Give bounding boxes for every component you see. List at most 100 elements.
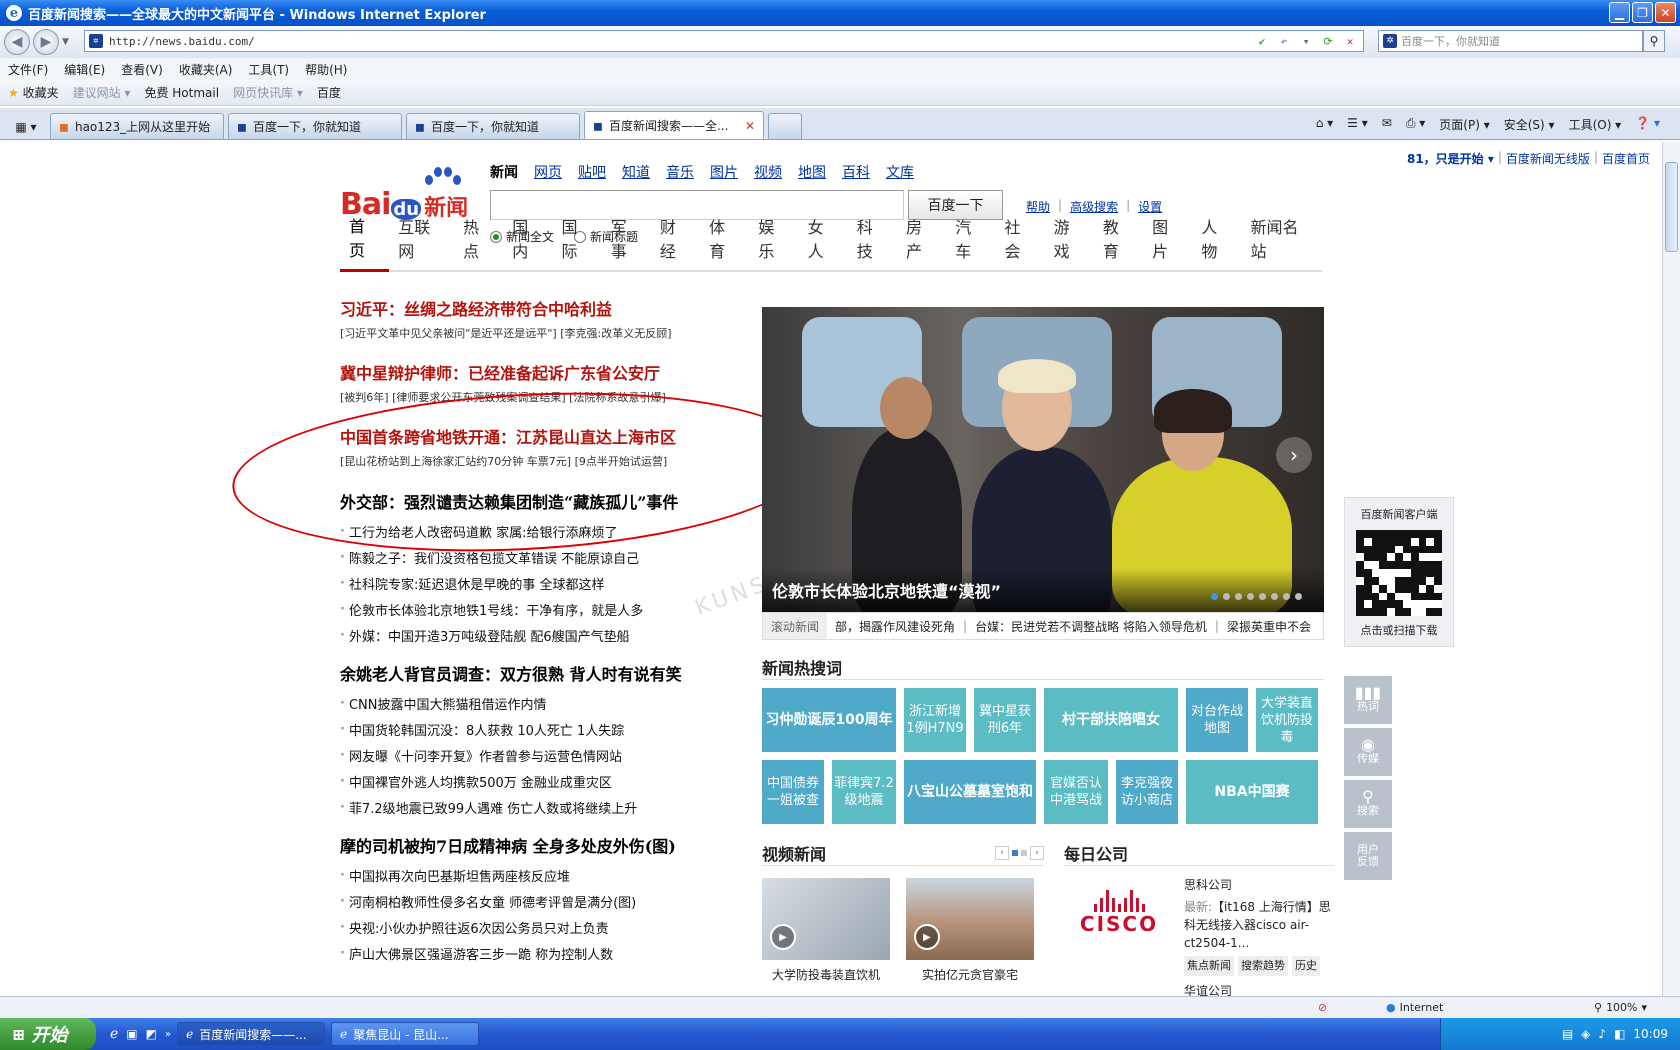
tab-baidu-news[interactable]: ◼ 百度新闻搜索——全... ✕	[584, 111, 764, 139]
refresh-icon[interactable]: ⟳	[1319, 32, 1337, 50]
company-card[interactable]: CISCO 思科公司 最新:【it168 上海行情】思科无线接入器cisco a…	[1064, 876, 1334, 976]
fav-hotmail[interactable]: 免费 Hotmail	[144, 84, 219, 101]
print-icon[interactable]: ⎙ ▾	[1406, 116, 1425, 133]
help-link[interactable]: 帮助	[1026, 198, 1050, 215]
hotword-tile[interactable]: NBA中国赛	[1186, 760, 1318, 824]
tag-focus-news[interactable]: 焦点新闻	[1184, 956, 1234, 976]
fav-baidu[interactable]: 百度	[317, 84, 341, 101]
list-item[interactable]: 菲7.2级地震已致99人遇难 伤亡人数或将继续上升	[340, 794, 740, 820]
clock[interactable]: 10:09	[1633, 1027, 1668, 1041]
slide-dot[interactable]	[1295, 593, 1302, 600]
menu-favorites[interactable]: 收藏夹(A)	[179, 61, 233, 78]
restore-button[interactable]: ❐	[1632, 2, 1653, 23]
headline-related[interactable]: [被判6年] [律师要求公开东莞致残案调查结果] [法院称系故意引爆]	[340, 386, 740, 408]
quick-tabs-icon[interactable]: ▦ ▾	[6, 115, 46, 139]
search-tab-music[interactable]: 音乐	[666, 162, 694, 182]
ticker-item[interactable]: 台媒：民进党若不调整战略 将陷入领导危机	[975, 618, 1207, 635]
nav-people[interactable]: 人物	[1192, 214, 1241, 270]
hotword-tile[interactable]: 八宝山公墓墓室饱和	[904, 760, 1036, 824]
safety-menu[interactable]: 安全(S) ▾	[1504, 116, 1555, 133]
company-latest[interactable]: 最新:【it168 上海行情】思科无线接入器cisco air-ct2504-1…	[1184, 898, 1334, 952]
search-tab-video[interactable]: 视频	[754, 162, 782, 182]
block-title[interactable]: 摩的司机被拘7日成精神病 全身多处皮外伤(图)	[340, 830, 740, 860]
list-item[interactable]: 庐山大佛景区强逼游客三步一跪 称为控制人数	[340, 940, 740, 966]
nav-women[interactable]: 女人	[799, 214, 848, 270]
company-name[interactable]: 思科公司	[1184, 876, 1334, 894]
new-tab-button[interactable]	[768, 113, 802, 139]
menu-view[interactable]: 查看(V)	[121, 61, 163, 78]
home-icon[interactable]: ⌂ ▾	[1316, 116, 1333, 133]
list-item[interactable]: 中国裸官外逃人均携款500万 金融业成重灾区	[340, 768, 740, 794]
page-dot[interactable]	[1012, 849, 1018, 856]
menu-file[interactable]: 文件(F)	[8, 61, 48, 78]
ticker-item[interactable]: 梁振英重申不会	[1227, 618, 1311, 635]
nav-internet[interactable]: 互联网	[389, 214, 454, 270]
address-bar[interactable]: ✲ http://news.baidu.com/ ✔ ↶ ▾ ⟳ ✕	[84, 30, 1364, 52]
task-kunshan[interactable]: ℯ 聚焦昆山 - 昆山...	[331, 1022, 480, 1046]
nav-realestate[interactable]: 房产	[897, 214, 946, 270]
headline-link[interactable]: 中国首条跨省地铁开通：江苏昆山直达上海市区	[340, 422, 740, 450]
page-dot[interactable]	[1021, 849, 1027, 856]
nav-auto[interactable]: 汽车	[946, 214, 995, 270]
tool-search[interactable]: ⚲ 搜索	[1344, 780, 1392, 828]
nav-games[interactable]: 游戏	[1045, 214, 1094, 270]
hotword-tile[interactable]: 冀中星获刑6年	[974, 688, 1036, 752]
list-item[interactable]: 陈毅之子：我们没资格包揽文革错误 不能原谅自己	[340, 544, 740, 570]
tab-baidu-1[interactable]: ◼ 百度一下，你就知道	[228, 113, 402, 139]
headline-link[interactable]: 冀中星辩护律师：已经准备起诉广东省公安厅	[340, 358, 740, 386]
undo-icon[interactable]: ↶	[1275, 32, 1293, 50]
nav-pictures[interactable]: 图片	[1143, 214, 1192, 270]
list-item[interactable]: CNN披露中国大熊猫租借运作内情	[340, 690, 740, 716]
slide-dot[interactable]	[1283, 593, 1290, 600]
nav-education[interactable]: 教育	[1094, 214, 1143, 270]
prev-icon[interactable]: ‹	[995, 845, 1009, 860]
video-item[interactable]: ▶ 实拍亿元贪官豪宅	[906, 878, 1034, 983]
help-icon[interactable]: ❓ ▾	[1635, 116, 1660, 133]
tag-search-trend[interactable]: 搜索趋势	[1238, 956, 1288, 976]
search-tab-images[interactable]: 图片	[710, 162, 738, 182]
nav-home[interactable]: 首页	[340, 213, 390, 272]
hotword-tile[interactable]: 官媒否认中港骂战	[1044, 760, 1108, 824]
app-qr-panel[interactable]: 百度新闻客户端 点击或扫描下载	[1344, 497, 1454, 647]
slide-dot[interactable]	[1247, 593, 1254, 600]
history-dropdown-icon[interactable]: ▼	[62, 37, 69, 47]
list-item[interactable]: 工行为给老人改密码道歉 家属:给银行添麻烦了	[340, 518, 740, 544]
nav-international[interactable]: 国际	[552, 214, 601, 270]
forward-button[interactable]: ▶	[33, 29, 59, 55]
mail-icon[interactable]: ✉	[1382, 116, 1392, 133]
fav-web-slice[interactable]: 网页快讯库 ▾	[233, 84, 303, 101]
menu-help[interactable]: 帮助(H)	[305, 61, 347, 78]
hotword-tile[interactable]: 菲律宾7.2级地震	[832, 760, 896, 824]
nav-sites[interactable]: 新闻名站	[1242, 214, 1322, 270]
tool-media[interactable]: ◉ 传媒	[1344, 728, 1392, 776]
advanced-search-link[interactable]: 高级搜索	[1070, 198, 1118, 215]
quicklaunch-app-icon[interactable]: ◩	[146, 1027, 157, 1041]
nav-sports[interactable]: 体育	[700, 214, 749, 270]
hotword-tile[interactable]: 习仲勋诞辰100周年	[762, 688, 896, 752]
search-tab-web[interactable]: 网页	[534, 162, 562, 182]
list-item[interactable]: 外媒：中国开造3万吨级登陆舰 配6艘国产气垫船	[340, 622, 740, 648]
close-tab-icon[interactable]: ✕	[745, 119, 755, 133]
slide-dot[interactable]	[1235, 593, 1242, 600]
nav-entertainment[interactable]: 娱乐	[749, 214, 798, 270]
tag-history[interactable]: 历史	[1292, 956, 1320, 976]
hotword-tile[interactable]: 村干部扶陪唱女	[1044, 688, 1178, 752]
search-tab-map[interactable]: 地图	[798, 162, 826, 182]
zoom-level[interactable]: ⚲ 100% ▾	[1594, 1001, 1647, 1014]
block-title[interactable]: 外交部：强烈谴责达赖集团制造“藏族孤儿”事件	[340, 486, 740, 516]
list-item[interactable]: 中国货轮韩国沉没：8人获救 10人死亡 1人失踪	[340, 716, 740, 742]
scroll-thumb[interactable]	[1665, 162, 1678, 252]
stop-icon[interactable]: ✕	[1341, 32, 1359, 50]
headline-related[interactable]: [昆山花桥站到上海徐家汇站约70分钟 车票7元] [9点半开始试运营]	[340, 450, 740, 472]
nav-hot[interactable]: 热点	[454, 214, 503, 270]
keyboard-icon[interactable]: ▤	[1562, 1027, 1573, 1041]
tab-baidu-2[interactable]: ◼ 百度一下，你就知道	[406, 113, 580, 139]
ticker-item[interactable]: 部，揭露作风建设死角	[835, 618, 955, 635]
tool-feedback[interactable]: 用户反馈	[1344, 832, 1392, 880]
quicklaunch-ie-icon[interactable]: ℯ	[110, 1026, 118, 1042]
ie-search-input[interactable]: ✲ 百度一下，你就知道	[1378, 30, 1643, 52]
toplink-home[interactable]: 百度首页	[1602, 150, 1650, 167]
feeds-icon[interactable]: ☰ ▾	[1347, 116, 1368, 133]
search-tab-tieba[interactable]: 贴吧	[578, 162, 606, 182]
chevron-right-icon[interactable]: ›	[1276, 437, 1312, 473]
